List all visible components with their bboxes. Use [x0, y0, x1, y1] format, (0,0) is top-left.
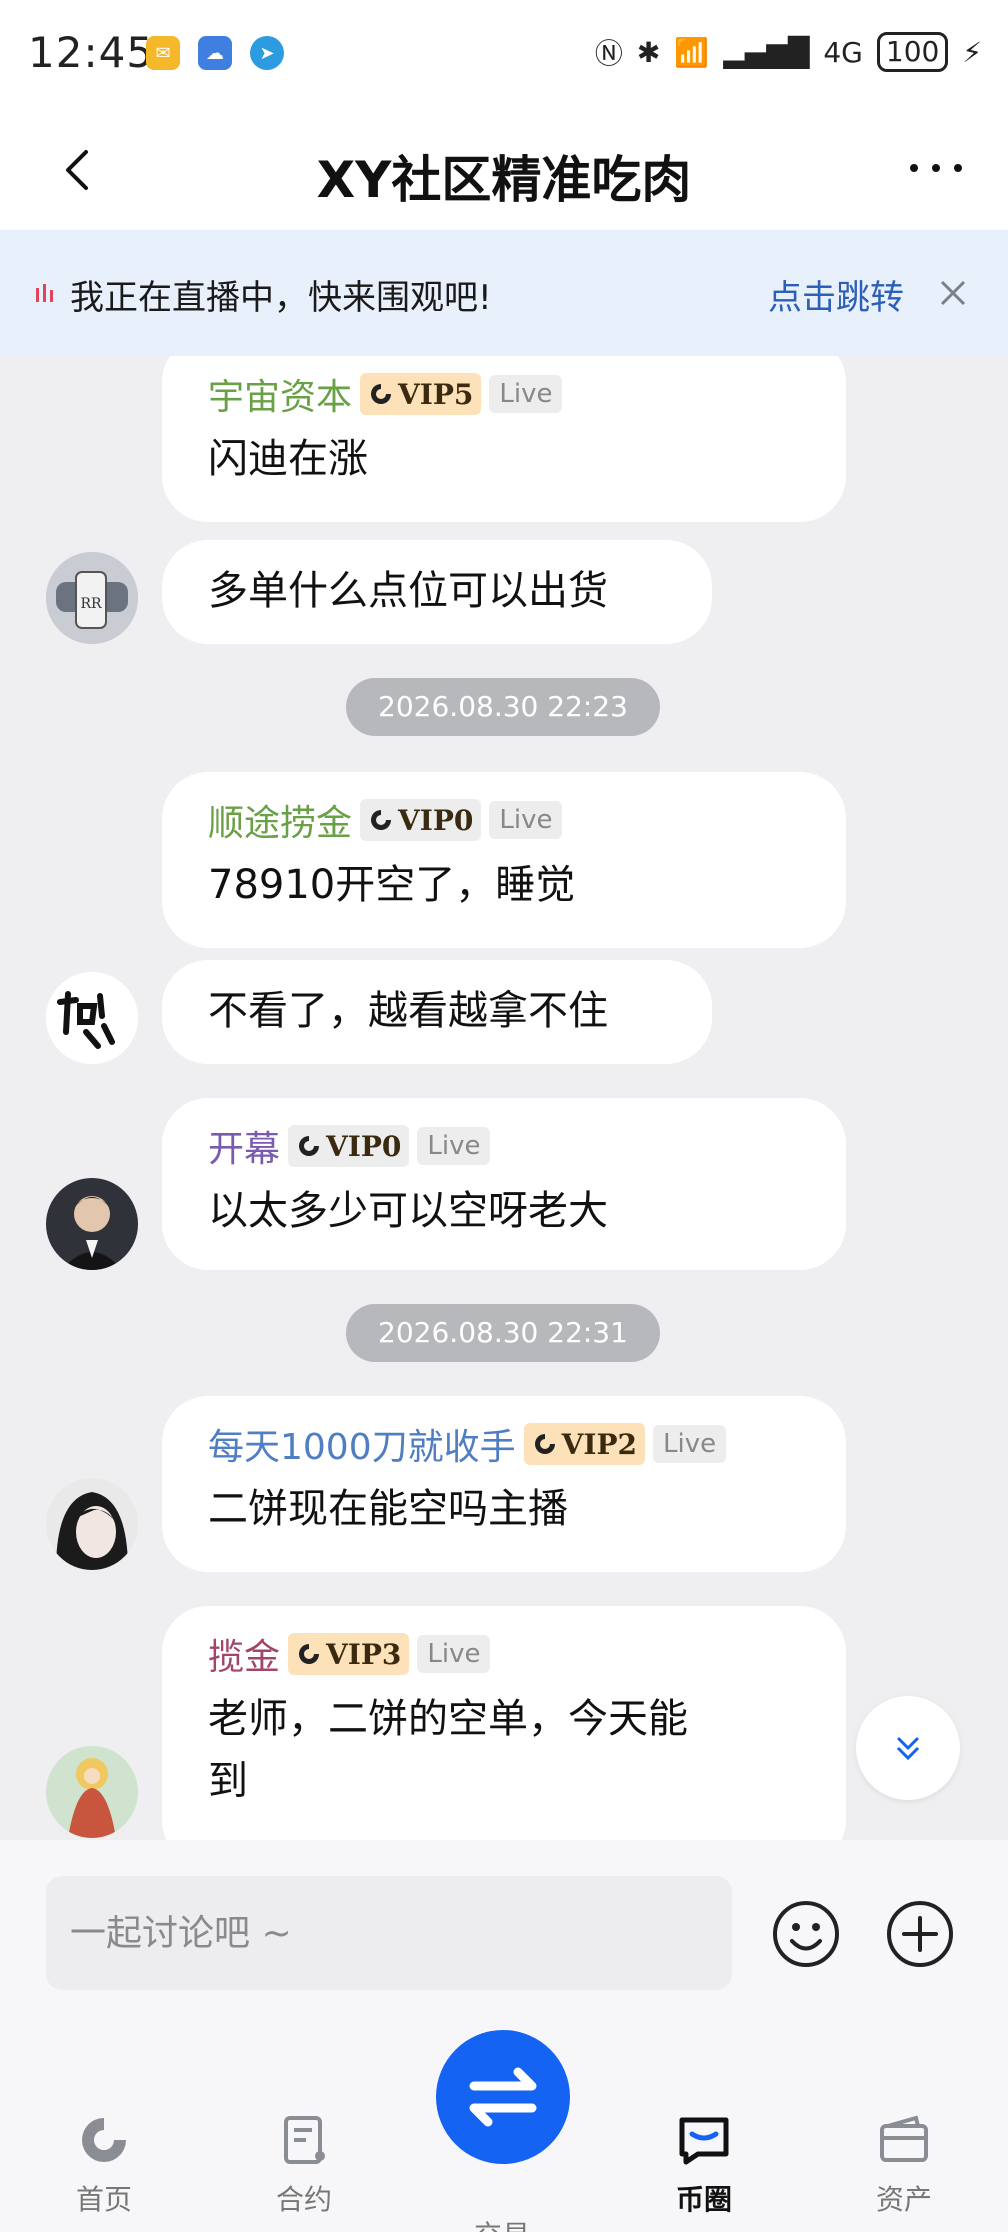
scroll-to-bottom-button[interactable] [856, 1696, 960, 1800]
chat-header: XY社区精准吃肉 [0, 110, 1008, 230]
message-text: 以太多少可以空呀老大 [208, 1188, 608, 1234]
status-time: 12:45 [28, 28, 155, 77]
nav-assets[interactable]: 资产 [844, 2112, 964, 2218]
nav-label: 资产 [875, 2183, 932, 2216]
avatar[interactable]: RR [46, 552, 138, 644]
bottom-nav: 首页 合约 交易 币圈 资产 [0, 2020, 1008, 2232]
nav-contract[interactable]: 合约 [244, 2112, 364, 2218]
vip-badge: VIP3 [288, 1633, 410, 1675]
bluetooth-icon: ✱ [636, 35, 661, 69]
svg-text:RR: RR [80, 596, 102, 612]
avatar[interactable] [46, 1478, 138, 1570]
avatar[interactable] [46, 1178, 138, 1270]
timestamp-pill: 2026.08.30 22:23 [346, 678, 660, 736]
telegram-app-icon: ➤ [250, 36, 284, 70]
status-bar: 12:45 ✉ ☁ ➤ Ⓝ ✱ 📶 ▂▄▆█ 4G 100 ⚡ [0, 0, 1008, 110]
community-chat-icon [679, 2117, 729, 2165]
sender-name[interactable]: 每天1000刀就收手 [208, 1418, 516, 1470]
nav-home[interactable]: 首页 [44, 2112, 164, 2218]
message-text: 不看了，越看越拿不住 [208, 988, 608, 1034]
sender-row: 宇宙资本 VIP5 Live [208, 368, 563, 420]
vip-badge: VIP2 [523, 1423, 645, 1465]
message-bubble: 不看了，越看越拿不住 [162, 960, 712, 1064]
message-input-bar [0, 1840, 1008, 2020]
sender-row: 揽金 VIP3 Live [208, 1628, 491, 1680]
message-bubble: 每天1000刀就收手 VIP2 Live 二饼现在能空吗主播 [162, 1396, 846, 1572]
message-bubble: 宇宙资本 VIP5 Live 闪迪在涨 [162, 356, 846, 522]
wallet-icon [880, 2115, 928, 2162]
vip-logo-icon [299, 1644, 320, 1664]
add-icon[interactable] [884, 1898, 956, 1970]
live-tag: Live [417, 1635, 491, 1673]
vip-logo-icon [371, 384, 392, 404]
vip-level: VIP2 [561, 1427, 637, 1461]
message-bubble: 顺途捞金 VIP0 Live 78910开空了，睡觉 [162, 772, 846, 948]
avatar[interactable] [46, 972, 138, 1064]
vip-level: VIP0 [398, 803, 474, 837]
close-icon[interactable] [934, 274, 972, 312]
live-tag: Live [489, 375, 563, 413]
swap-arrows-icon [469, 2067, 537, 2127]
message-text: 老师，二饼的空单，今天能 [208, 1696, 688, 1742]
vip-logo-icon [299, 1136, 320, 1156]
mail-app-icon: ✉ [146, 36, 180, 70]
wifi-icon: 📶 [674, 35, 710, 69]
message-bubble: 多单什么点位可以出货 [162, 540, 712, 644]
message-text: 多单什么点位可以出货 [208, 568, 608, 614]
nav-label: 合约 [275, 2183, 332, 2216]
status-app-icons: ✉ ☁ ➤ [146, 36, 284, 70]
live-bars-icon [36, 284, 53, 302]
vip-logo-icon [534, 1434, 555, 1454]
more-icon[interactable] [904, 140, 968, 196]
live-tag: Live [417, 1127, 491, 1165]
avatar[interactable] [46, 1746, 138, 1838]
sender-name[interactable]: 揽金 [208, 1628, 280, 1680]
vip-level: VIP0 [326, 1129, 402, 1163]
live-jump-link[interactable]: 点击跳转 [768, 270, 904, 319]
sender-name[interactable]: 顺途捞金 [208, 794, 352, 846]
network-type: 4G [823, 35, 863, 69]
sender-row: 开幕 VIP0 Live [208, 1120, 491, 1172]
contract-icon [284, 2116, 325, 2164]
sender-row: 每天1000刀就收手 VIP2 Live [208, 1418, 727, 1470]
vip-level: VIP3 [326, 1637, 402, 1671]
message-bubble: 揽金 VIP3 Live 老师，二饼的空单，今天能 到 [162, 1606, 846, 1840]
cloud-app-icon: ☁ [198, 36, 232, 70]
message-text: 闪迪在涨 [208, 436, 368, 482]
vip-logo-icon [371, 810, 392, 830]
sender-row: 顺途捞金 VIP0 Live [208, 794, 563, 846]
nav-label-trade: 交易 [442, 2214, 562, 2232]
charging-icon: ⚡ [962, 35, 982, 69]
message-text: 二饼现在能空吗主播 [208, 1486, 568, 1532]
message-bubble: 开幕 VIP0 Live 以太多少可以空呀老大 [162, 1098, 846, 1270]
live-banner: 我正在直播中，快来围观吧! 点击跳转 [0, 230, 1008, 356]
vip-badge: VIP5 [360, 373, 482, 415]
status-indicators: Ⓝ ✱ 📶 ▂▄▆█ 4G 100 ⚡ [595, 32, 982, 72]
chat-messages[interactable]: 宇宙资本 VIP5 Live 闪迪在涨 多单什么点位可以出货 RR 2026.0… [0, 356, 1008, 1840]
double-chevron-down-icon [896, 1736, 920, 1761]
page-title: XY社区精准吃肉 [316, 151, 692, 209]
home-icon [82, 2118, 126, 2162]
nav-label: 币圈 [675, 2183, 732, 2216]
vip-badge: VIP0 [288, 1125, 410, 1167]
message-text: 78910开空了，睡觉 [208, 862, 576, 908]
chat-input[interactable] [46, 1876, 732, 1990]
trade-button[interactable] [436, 2030, 570, 2164]
nav-community[interactable]: 币圈 [644, 2112, 764, 2218]
nav-label: 首页 [75, 2183, 132, 2216]
vip-level: VIP5 [398, 377, 474, 411]
emoji-icon[interactable] [770, 1898, 842, 1970]
signal-icon: ▂▄▆█ [723, 35, 810, 69]
live-tag: Live [652, 1425, 727, 1463]
sender-name[interactable]: 宇宙资本 [208, 368, 352, 420]
sender-name[interactable]: 开幕 [208, 1120, 280, 1172]
battery-level: 100 [876, 32, 949, 72]
live-tag: Live [489, 801, 563, 839]
live-banner-text: 我正在直播中，快来围观吧! [70, 278, 492, 318]
message-text: 到 [208, 1758, 248, 1804]
nfc-icon: Ⓝ [594, 37, 623, 70]
vip-badge: VIP0 [360, 799, 482, 841]
timestamp-pill: 2026.08.30 22:31 [346, 1304, 660, 1362]
